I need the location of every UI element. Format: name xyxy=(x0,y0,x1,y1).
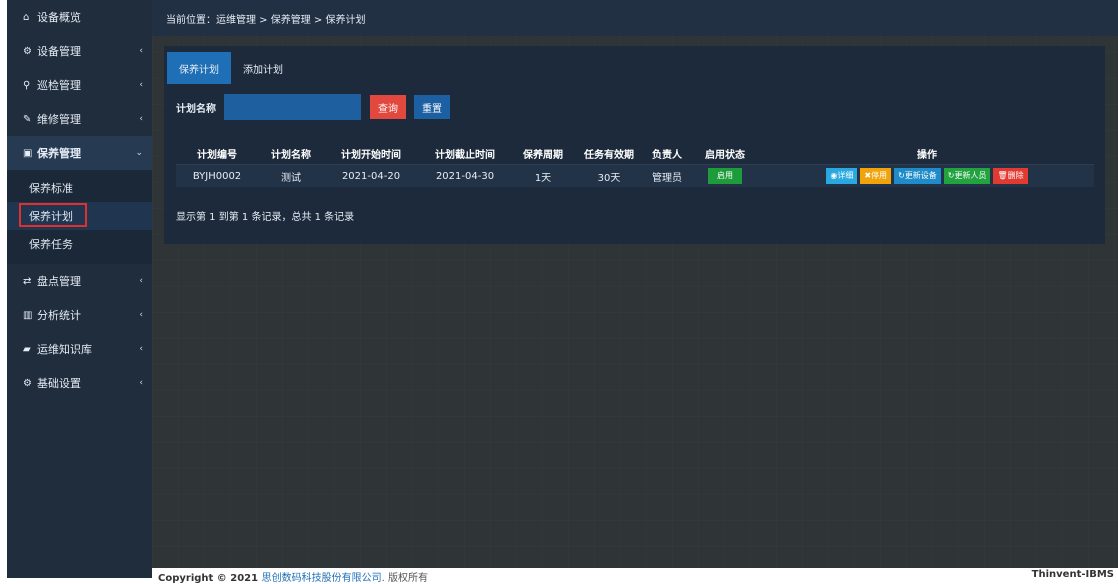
tab-label: 添加计划 xyxy=(243,64,283,76)
search-form: 计划名称 查询 重置 xyxy=(176,94,450,120)
sidebar-item-inspection-management[interactable]: ⚲ 巡检管理 ‹ xyxy=(7,68,152,102)
pagination-summary: 显示第 1 到第 1 条记录，总共 1 条记录 xyxy=(176,212,355,223)
cogs-icon: ⚙ xyxy=(23,45,32,57)
breadcrumb-text: 当前位置：运维管理 > 保养管理 > 保养计划 xyxy=(166,14,366,26)
sidebar-subitem-maintenance-standard[interactable]: 保养标准 xyxy=(7,174,152,202)
column-header: 操作 xyxy=(760,142,1094,165)
plan-start-cell: 2021-04-20 xyxy=(324,164,418,187)
plan-panel: 保养计划 添加计划 计划名称 查询 重置 计划编号 计划名称 计划开始时间 计划… xyxy=(164,46,1105,244)
tab-maintenance-plan[interactable]: 保养计划 xyxy=(167,52,231,84)
plan-table: 计划编号 计划名称 计划开始时间 计划截止时间 保养周期 任务有效期 负责人 启… xyxy=(176,142,1094,187)
column-header[interactable]: 启用状态 xyxy=(690,142,760,165)
breadcrumb: 当前位置：运维管理 > 保养管理 > 保养计划 xyxy=(152,0,1118,36)
sidebar-item-label: 运维知识库 xyxy=(37,343,92,356)
cogs-icon: ⚙ xyxy=(23,377,32,389)
update-personnel-button[interactable]: ↻更新人员 xyxy=(943,168,991,184)
chevron-left-icon: ‹ xyxy=(139,46,143,56)
chevron-left-icon: ‹ xyxy=(139,80,143,90)
owner-cell: 管理员 xyxy=(644,164,690,187)
chevron-left-icon: ‹ xyxy=(139,378,143,388)
sidebar-subitem-maintenance-plan[interactable]: 保养计划 xyxy=(7,202,152,230)
sidebar-item-label: 维修管理 xyxy=(37,113,81,126)
table-header-row: 计划编号 计划名称 计划开始时间 计划截止时间 保养周期 任务有效期 负责人 启… xyxy=(176,142,1094,165)
action-buttons: ◉详细 ✖停用 ↻更新设备 ↻更新人员 🗑删除 xyxy=(760,168,1094,184)
wrench-icon: ✎ xyxy=(23,113,32,125)
sidebar-item-label: 盘点管理 xyxy=(37,275,81,288)
plan-code-cell[interactable]: BYJH0002 xyxy=(176,164,258,187)
copyright-prefix: Copyright © 2021 xyxy=(158,573,262,584)
column-header[interactable]: 任务有效期 xyxy=(574,142,644,165)
sidebar-item-label: 保养管理 xyxy=(37,147,81,160)
status-badge: 启用 xyxy=(708,168,742,184)
plan-name-label: 计划名称 xyxy=(176,103,216,115)
delete-button[interactable]: 🗑删除 xyxy=(993,168,1028,184)
sidebar-item-maintenance-management[interactable]: ▣ 保养管理 ⌄ xyxy=(7,136,152,170)
column-header[interactable]: 计划编号 xyxy=(176,142,258,165)
chevron-left-icon: ‹ xyxy=(139,276,143,286)
sidebar-item-label: 分析统计 xyxy=(37,309,81,322)
brand-name: Thinvent-IBMS xyxy=(1031,569,1114,580)
chevron-down-icon: ⌄ xyxy=(135,148,143,158)
sidebar-item-label: 设备概览 xyxy=(37,11,81,24)
bar-chart-icon: ▥ xyxy=(23,309,33,321)
update-device-button[interactable]: ↻更新设备 xyxy=(894,168,941,184)
disable-button[interactable]: ✖停用 xyxy=(860,168,892,184)
cycle-cell: 1天 xyxy=(512,164,574,187)
sidebar-item-device-management[interactable]: ⚙ 设备管理 ‹ xyxy=(7,34,152,68)
detail-button[interactable]: ◉详细 xyxy=(826,168,858,184)
plan-name-input[interactable] xyxy=(224,94,361,120)
column-header[interactable]: 保养周期 xyxy=(512,142,574,165)
sidebar-subitem-label: 保养任务 xyxy=(29,238,73,251)
sidebar-item-analysis-statistics[interactable]: ▥ 分析统计 ‹ xyxy=(7,298,152,332)
sidebar-item-overview[interactable]: ⌂ 设备概览 xyxy=(7,0,152,34)
validity-cell: 30天 xyxy=(574,164,644,187)
reset-button[interactable]: 重置 xyxy=(414,95,450,119)
home-icon: ⌂ xyxy=(23,11,30,23)
company-link[interactable]: 思创数码科技股份有限公司 xyxy=(262,573,382,584)
status-cell: 启用 xyxy=(690,164,760,187)
chevron-left-icon: ‹ xyxy=(139,114,143,124)
query-button[interactable]: 查询 xyxy=(370,95,406,119)
column-header[interactable]: 计划开始时间 xyxy=(324,142,418,165)
actions-cell: ◉详细 ✖停用 ↻更新设备 ↻更新人员 🗑删除 xyxy=(760,164,1094,187)
sidebar-subitem-label: 保养标准 xyxy=(29,182,73,195)
sidebar-submenu: 保养标准 保养计划 保养任务 xyxy=(7,170,152,264)
column-header[interactable]: 负责人 xyxy=(644,142,690,165)
sidebar-item-label: 基础设置 xyxy=(37,377,81,390)
column-header[interactable]: 计划名称 xyxy=(258,142,324,165)
chevron-left-icon: ‹ xyxy=(139,310,143,320)
main-content: 当前位置：运维管理 > 保养管理 > 保养计划 保养计划 添加计划 计划名称 查… xyxy=(152,0,1118,578)
exchange-icon: ⇄ xyxy=(23,275,32,287)
table-row[interactable]: BYJH0002 测试 2021-04-20 2021-04-30 1天 30天… xyxy=(176,164,1094,187)
search-icon: ⚲ xyxy=(23,79,31,91)
sidebar-item-inventory-management[interactable]: ⇄ 盘点管理 ‹ xyxy=(7,264,152,298)
footer: Copyright © 2021 思创数码科技股份有限公司. 版权所有 Thin… xyxy=(152,568,1118,584)
sidebar: ⌂ 设备概览 ⚙ 设备管理 ‹ ⚲ 巡检管理 ‹ ✎ 维修管理 ‹ ▣ 保养管理… xyxy=(7,0,152,578)
sidebar-item-basic-settings[interactable]: ⚙ 基础设置 ‹ xyxy=(7,366,152,400)
sidebar-subitem-maintenance-task[interactable]: 保养任务 xyxy=(7,230,152,258)
briefcase-icon: ▣ xyxy=(23,147,33,159)
highlight-box xyxy=(19,203,87,227)
sidebar-item-knowledge-base[interactable]: ▰ 运维知识库 ‹ xyxy=(7,332,152,366)
sidebar-item-label: 巡检管理 xyxy=(37,79,81,92)
column-header[interactable]: 计划截止时间 xyxy=(418,142,512,165)
tab-add-plan[interactable]: 添加计划 xyxy=(231,52,295,84)
chevron-left-icon: ‹ xyxy=(139,344,143,354)
sidebar-item-label: 设备管理 xyxy=(37,45,81,58)
plan-end-cell: 2021-04-30 xyxy=(418,164,512,187)
book-icon: ▰ xyxy=(23,343,31,355)
sidebar-item-repair-management[interactable]: ✎ 维修管理 ‹ xyxy=(7,102,152,136)
copyright-suffix: . 版权所有 xyxy=(381,573,428,584)
plan-name-cell: 测试 xyxy=(258,164,324,187)
tab-bar: 保养计划 添加计划 xyxy=(167,52,295,84)
tab-label: 保养计划 xyxy=(179,64,219,76)
